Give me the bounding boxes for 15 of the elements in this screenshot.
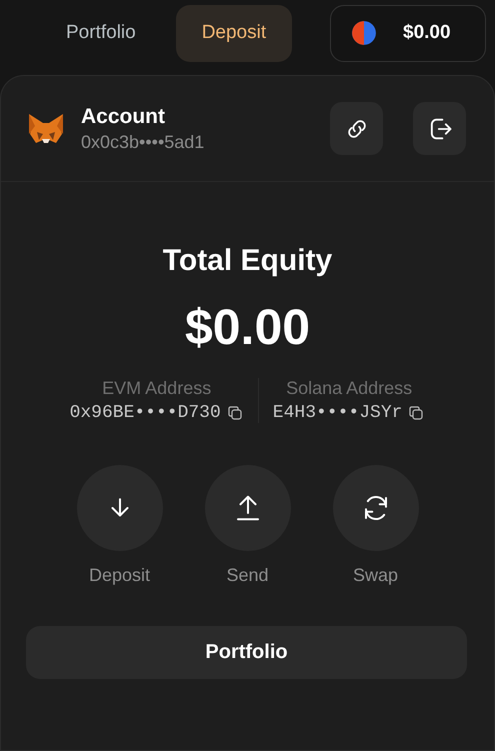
action-label: Send	[226, 565, 269, 586]
address-value: 0x96BE••••D730	[70, 403, 221, 423]
address-label: EVM Address	[102, 378, 212, 399]
equity-value: $0.00	[184, 298, 310, 356]
account-name: Account	[81, 104, 166, 128]
balance-button[interactable]: $0.00	[330, 4, 486, 62]
equity-title: Total Equity	[162, 244, 332, 278]
nav-tab[interactable]: Portfolio	[40, 4, 162, 62]
account-address: 0x0c3b••••5ad1	[81, 132, 204, 152]
address-value: E4H3••••JSYr	[272, 403, 402, 423]
portfolio-button[interactable]: Portfolio	[26, 626, 467, 679]
address-label: Solana Address	[286, 378, 412, 399]
action-label: Deposit	[88, 565, 150, 586]
action-label: Swap	[352, 565, 398, 586]
nav-tab[interactable]: Deposit	[176, 4, 292, 62]
